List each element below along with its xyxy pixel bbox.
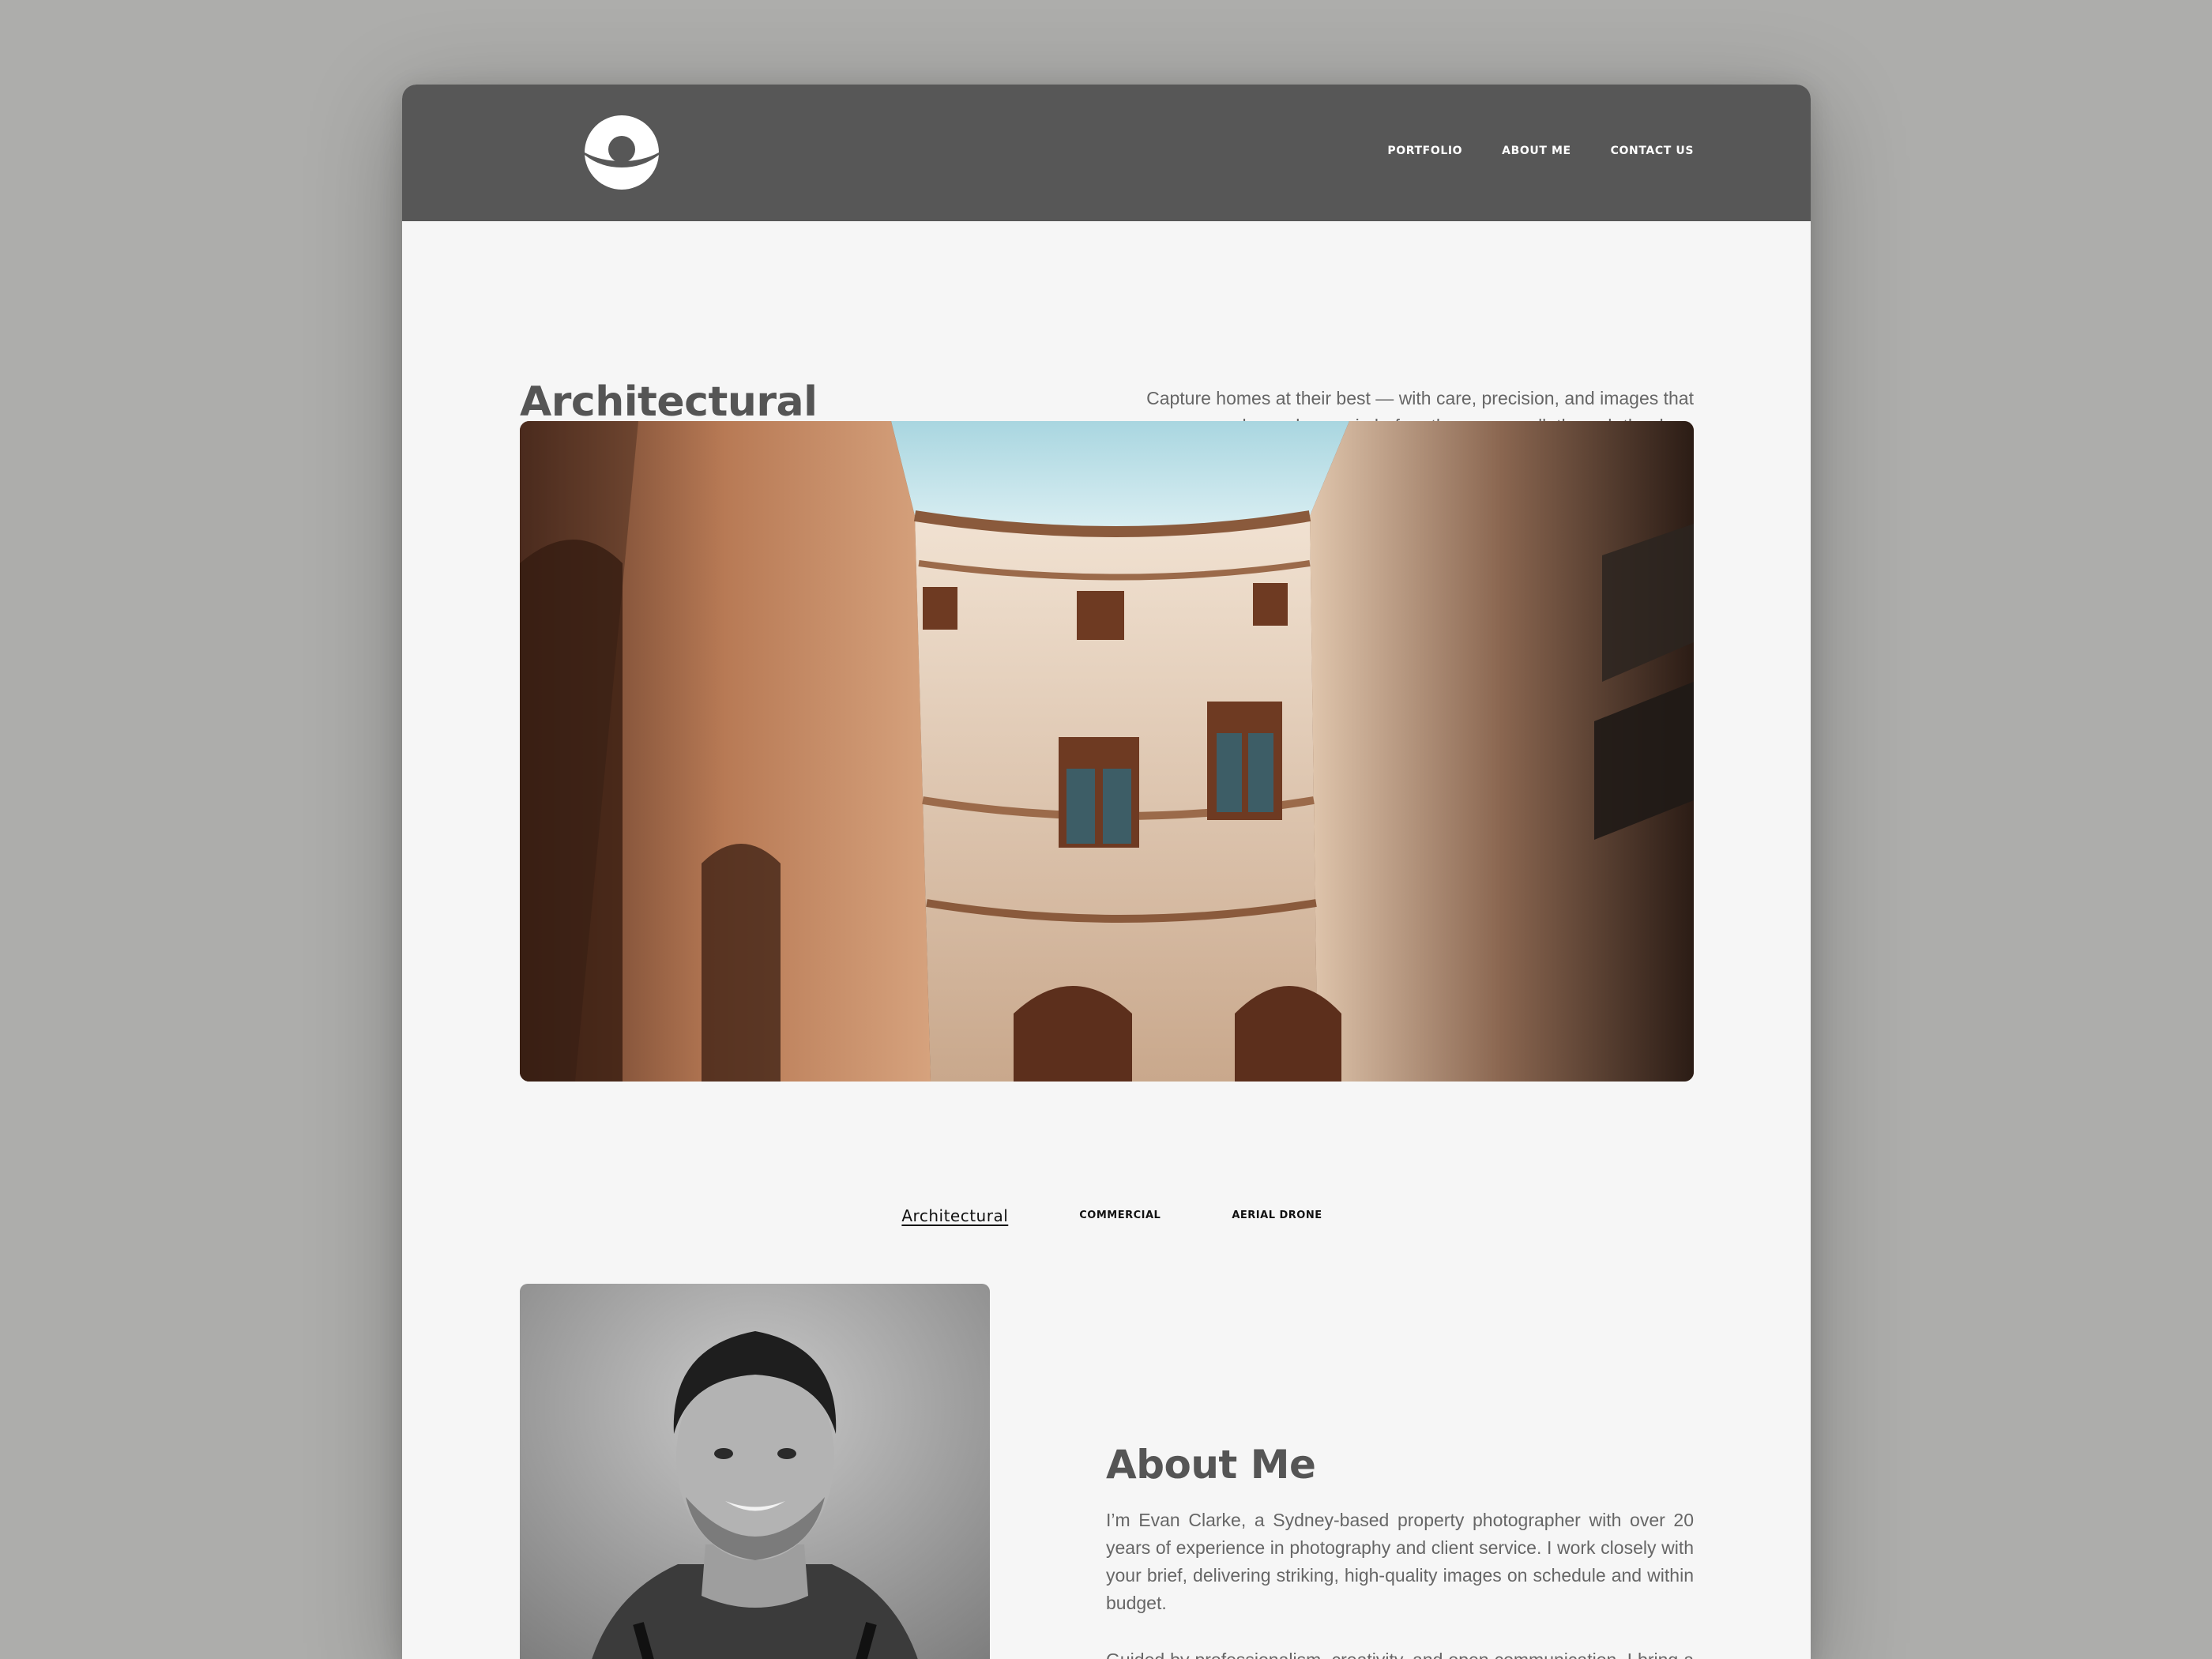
tab-aerial-drone[interactable]: AERIAL DRONE <box>1232 1206 1322 1225</box>
page-title: Architectural <box>520 378 818 426</box>
portfolio-category-tabs: Architectural COMMERCIAL AERIAL DRONE <box>402 1206 1811 1225</box>
nav-about-link[interactable]: ABOUT ME <box>1502 145 1571 157</box>
hero-architecture-image <box>520 421 1694 1082</box>
portrait-photo <box>520 1284 990 1659</box>
nav-portfolio-link[interactable]: PORTFOLIO <box>1387 145 1462 157</box>
site-header: PORTFOLIO ABOUT ME CONTACT US <box>402 85 1811 221</box>
tab-architectural[interactable]: Architectural <box>901 1206 1008 1225</box>
about-heading: About Me <box>1106 1442 1316 1488</box>
nav-contact-link[interactable]: CONTACT US <box>1611 145 1694 157</box>
about-paragraph-1: I’m Evan Clarke, a Sydney-based property… <box>1106 1510 1694 1613</box>
browser-window: PORTFOLIO ABOUT ME CONTACT US Architectu… <box>402 85 1811 1659</box>
site-logo-icon[interactable] <box>585 115 659 190</box>
about-paragraph-2: Guided by professionalism, creativity, a… <box>1106 1646 1694 1659</box>
tab-commercial[interactable]: COMMERCIAL <box>1079 1206 1161 1225</box>
main-nav: PORTFOLIO ABOUT ME CONTACT US <box>1387 145 1694 157</box>
